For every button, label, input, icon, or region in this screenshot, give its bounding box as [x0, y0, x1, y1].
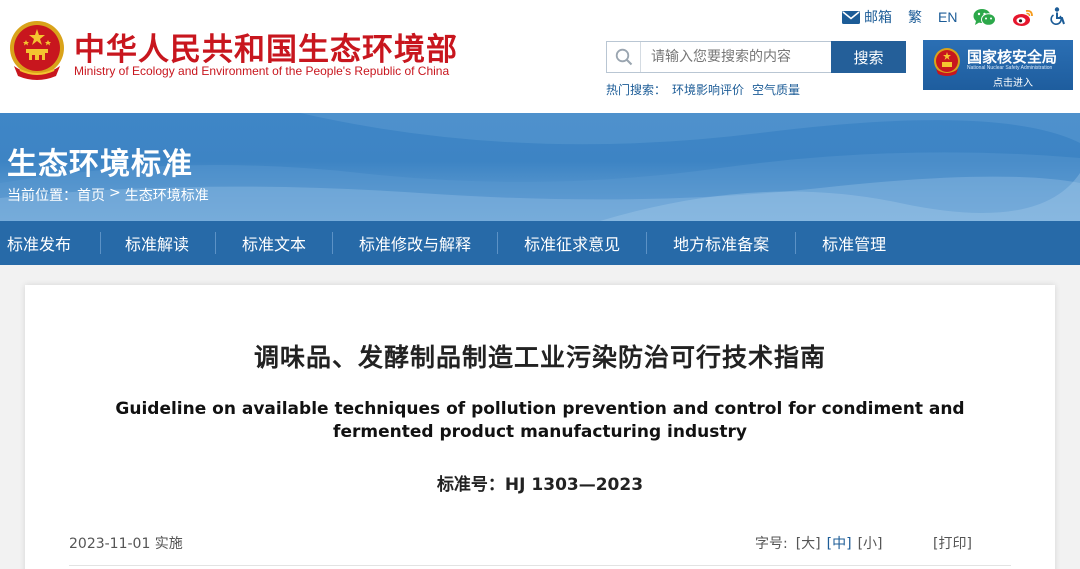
section-title: 生态环境标准 [7, 147, 193, 182]
print-link[interactable]: [打印] [933, 533, 972, 553]
national-emblem-icon[interactable] [6, 18, 68, 82]
nnsa-banner-link[interactable]: 国家核安全局 National Nuclear Safety Administr… [923, 40, 1073, 90]
nav-item-standard-amendment[interactable]: 标准修改与解释 [333, 221, 497, 265]
wechat-link[interactable] [973, 8, 997, 27]
search-input[interactable] [641, 43, 821, 71]
breadcrumb-label: 当前位置： [7, 188, 77, 204]
section-banner: 生态环境标准 当前位置： 首页 > 生态环境标准 [0, 113, 1080, 221]
nav-item-standard-release[interactable]: 标准发布 [0, 221, 100, 265]
main-nav: 标准发布 标准解读 标准文本 标准修改与解释 标准征求意见 地方标准备案 标准管… [0, 221, 1080, 265]
hot-search-item[interactable]: 环境影响评价 [672, 81, 744, 98]
card-divider [69, 565, 1011, 566]
search-icon [607, 42, 641, 72]
english-link[interactable]: EN [938, 9, 957, 25]
font-size-large[interactable]: [大] [796, 533, 821, 553]
standard-number: 标准号：HJ 1303—2023 [436, 475, 644, 495]
nav-item-standard-text[interactable]: 标准文本 [216, 221, 332, 265]
traditional-chinese-link[interactable]: 繁 [908, 7, 922, 27]
nnsa-title-cn: 国家核安全局 [967, 48, 1058, 66]
site-header: 中华人民共和国生态环境部 Ministry of Ecology and Env… [0, 0, 1080, 113]
nnsa-emblem-icon [934, 48, 960, 76]
accessibility-link[interactable] [1050, 7, 1068, 27]
breadcrumb-separator: > [109, 185, 121, 201]
nav-item-local-standard-filing[interactable]: 地方标准备案 [647, 221, 795, 265]
article-title-cn: 调味品、发酵制品制造工业污染防治可行技术指南 [253, 343, 826, 372]
font-size-controls: 字号: [大] [中] [小] [755, 533, 889, 553]
weibo-link[interactable] [1012, 8, 1034, 27]
accessibility-icon [1050, 7, 1066, 25]
hot-search: 热门搜索： 环境影响评价 空气质量 [606, 81, 808, 98]
nnsa-title-en: National Nuclear Safety Administration [967, 65, 1053, 71]
article-card: 调味品、发酵制品制造工业污染防治可行技术指南 Guideline on avai… [25, 285, 1055, 569]
font-size-medium[interactable]: [中] [827, 533, 852, 553]
mail-label: 邮箱 [864, 10, 892, 26]
breadcrumb: 当前位置： 首页 > 生态环境标准 [7, 185, 209, 205]
wechat-icon [973, 8, 997, 26]
top-links: 邮箱 繁 EN [842, 6, 1068, 28]
article-title-en: Guideline on available techniques of pol… [115, 399, 965, 442]
breadcrumb-current[interactable]: 生态环境标准 [125, 185, 209, 205]
nav-item-standard-management[interactable]: 标准管理 [796, 221, 912, 265]
search-button[interactable]: 搜索 [831, 41, 906, 73]
site-title-en[interactable]: Ministry of Ecology and Environment of t… [74, 64, 449, 78]
nav-item-standard-consultation[interactable]: 标准征求意见 [498, 221, 646, 265]
font-size-small[interactable]: [小] [858, 533, 883, 553]
nnsa-enter-label: 点击进入 [993, 78, 1033, 89]
mail-link[interactable]: 邮箱 [842, 7, 892, 27]
hot-search-item[interactable]: 空气质量 [752, 81, 800, 98]
implementation-date: 2023-11-01 实施 [69, 536, 183, 552]
search-box [606, 41, 832, 73]
font-size-label: 字号: [755, 536, 788, 552]
site-title-cn[interactable]: 中华人民共和国生态环境部 [74, 24, 458, 69]
mail-icon [842, 10, 860, 24]
nav-item-standard-interpretation[interactable]: 标准解读 [101, 221, 215, 265]
breadcrumb-home[interactable]: 首页 [77, 185, 105, 205]
hot-search-label: 热门搜索： [606, 83, 667, 97]
weibo-icon [1013, 9, 1034, 26]
